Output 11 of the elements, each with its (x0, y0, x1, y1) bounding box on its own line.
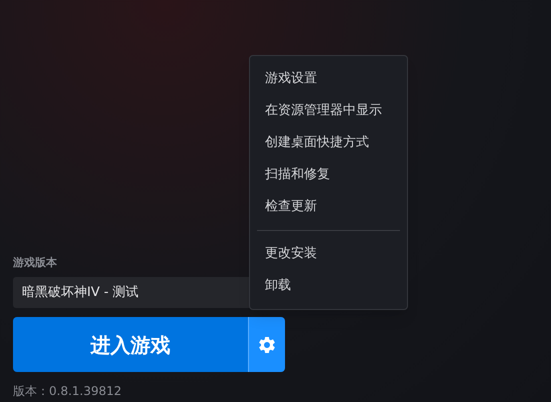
section-label: 游戏版本 (13, 255, 58, 271)
menu-item[interactable]: 更改安装 (250, 238, 407, 270)
menu-item[interactable]: 创建桌面快捷方式 (250, 127, 407, 159)
settings-icon (257, 334, 277, 354)
play-button[interactable]: 进入游戏 (13, 317, 248, 372)
menu-item[interactable]: 游戏设置 (250, 63, 407, 95)
menu-item[interactable]: 在资源管理器中显示 (250, 95, 407, 127)
version-number: 版本：0.8.1.39812 (13, 383, 123, 400)
settings-button[interactable] (248, 317, 285, 372)
menu-item[interactable]: 扫描和修复 (250, 159, 407, 191)
menu-item[interactable]: 检查更新 (250, 191, 407, 223)
